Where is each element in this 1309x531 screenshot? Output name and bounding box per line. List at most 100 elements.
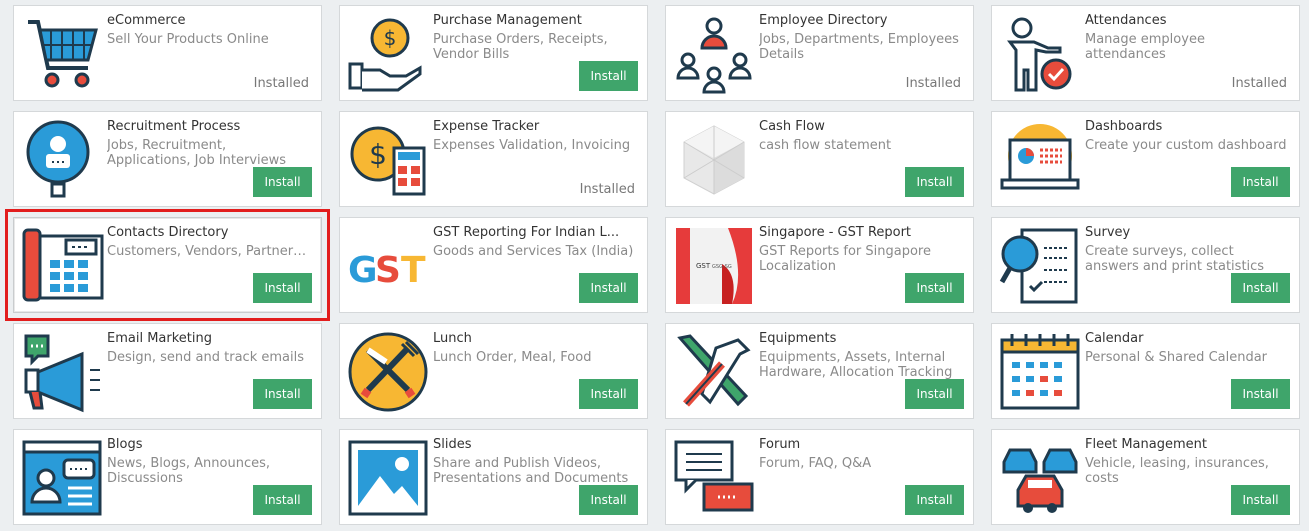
- app-title: Cash Flow: [759, 119, 825, 134]
- app-description: GST Reports for Singapore Localization: [759, 244, 931, 274]
- app-card-email-marketing[interactable]: Email Marketing Design, send and track e…: [13, 323, 322, 419]
- app-card-attendances[interactable]: Attendances Manage employee attendances …: [991, 5, 1300, 101]
- apps-grid: eCommerce Sell Your Products Online Inst…: [0, 0, 1309, 531]
- installed-label: Installed: [253, 76, 309, 91]
- app-title: Forum: [759, 437, 801, 452]
- installed-label: Installed: [1231, 76, 1287, 91]
- singapore-flag-icon: GST GSG-SG: [672, 224, 756, 308]
- app-card-blogs[interactable]: Blogs News, Blogs, Announces, Discussion…: [13, 429, 322, 525]
- megaphone-icon: [20, 330, 104, 414]
- app-description: Expenses Validation, Invoicing: [433, 138, 631, 153]
- shopping-cart-icon: [20, 12, 104, 96]
- app-description: Manage employee attendances: [1085, 32, 1205, 62]
- app-title: Recruitment Process: [107, 119, 241, 134]
- app-card-equipments[interactable]: Equipments Equipments, Assets, Internal …: [665, 323, 974, 419]
- app-description: Forum, FAQ, Q&A: [759, 456, 872, 471]
- app-title: eCommerce: [107, 13, 186, 28]
- app-description: Goods and Services Tax (India): [433, 244, 634, 259]
- app-title: Slides: [433, 437, 472, 452]
- dashboard-laptop-icon: [998, 118, 1082, 202]
- app-description: cash flow statement: [759, 138, 892, 153]
- app-description: Design, send and track emails: [107, 350, 304, 365]
- calendar-icon: [998, 330, 1082, 414]
- install-button[interactable]: Install: [905, 379, 964, 409]
- blog-icon: [20, 436, 104, 520]
- forum-chat-icon: [672, 436, 756, 520]
- recruitment-icon: [20, 118, 104, 202]
- app-card-recruitment-process[interactable]: Recruitment Process Jobs, Recruitment, A…: [13, 111, 322, 207]
- app-title: GST Reporting For Indian L...: [433, 225, 620, 240]
- install-button[interactable]: Install: [253, 273, 312, 303]
- svg-text:G: G: [348, 250, 378, 291]
- app-description: Create your custom dashboard: [1085, 138, 1287, 153]
- app-description: Purchase Orders, Receipts, Vendor Bills: [433, 32, 608, 62]
- app-title: Blogs: [107, 437, 143, 452]
- app-card-singapore-gst-report[interactable]: GST GSG-SG Singapore - GST Report GST Re…: [665, 217, 974, 313]
- app-title: Singapore - GST Report: [759, 225, 912, 240]
- app-card-slides[interactable]: Slides Share and Publish Videos, Present…: [339, 429, 648, 525]
- app-title: Expense Tracker: [433, 119, 540, 134]
- install-button[interactable]: Install: [1231, 485, 1290, 515]
- app-title: Survey: [1085, 225, 1131, 240]
- installed-label: Installed: [905, 76, 961, 91]
- install-button[interactable]: Install: [905, 167, 964, 197]
- app-card-expense-tracker[interactable]: $ Expense Tracker Expenses Validation, I…: [339, 111, 648, 207]
- installed-label: Installed: [579, 182, 635, 197]
- app-card-survey[interactable]: Survey Create surveys, collect answers a…: [991, 217, 1300, 313]
- app-card-dashboards[interactable]: Dashboards Create your custom dashboard …: [991, 111, 1300, 207]
- install-button[interactable]: Install: [579, 379, 638, 409]
- app-card-contacts-directory[interactable]: Contacts Directory Customers, Vendors, P…: [5, 209, 330, 321]
- install-button[interactable]: Install: [579, 273, 638, 303]
- app-description: Lunch Order, Meal, Food: [433, 350, 592, 365]
- app-card-fleet-management[interactable]: Fleet Management Vehicle, leasing, insur…: [991, 429, 1300, 525]
- app-title: Contacts Directory: [107, 225, 229, 240]
- svg-text:T: T: [401, 250, 426, 291]
- svg-text:GST: GST: [696, 262, 711, 270]
- app-description: Share and Publish Videos, Presentations …: [433, 456, 629, 486]
- app-description: News, Blogs, Announces, Discussions: [107, 456, 271, 486]
- app-card-cash-flow[interactable]: Cash Flow cash flow statement Install: [665, 111, 974, 207]
- slides-icon: [346, 436, 430, 520]
- app-title: Employee Directory: [759, 13, 888, 28]
- app-card-ecommerce[interactable]: eCommerce Sell Your Products Online Inst…: [13, 5, 322, 101]
- install-button[interactable]: Install: [1231, 273, 1290, 303]
- app-description: Sell Your Products Online: [107, 32, 269, 47]
- app-description: Customers, Vendors, Partners,...: [107, 244, 311, 259]
- app-card-forum[interactable]: Forum Forum, FAQ, Q&A Install: [665, 429, 974, 525]
- install-button[interactable]: Install: [253, 379, 312, 409]
- app-description: Equipments, Assets, Internal Hardware, A…: [759, 350, 953, 380]
- cars-icon: [998, 436, 1082, 520]
- app-title: Email Marketing: [107, 331, 212, 346]
- cube-icon: [672, 118, 756, 202]
- install-button[interactable]: Install: [905, 273, 964, 303]
- survey-magnifier-icon: [998, 224, 1082, 308]
- gst-logo-icon: G S T: [346, 224, 430, 308]
- app-title: Attendances: [1085, 13, 1167, 28]
- install-button[interactable]: Install: [253, 167, 312, 197]
- tools-icon: [672, 330, 756, 414]
- install-button[interactable]: Install: [579, 61, 638, 91]
- app-title: Calendar: [1085, 331, 1144, 346]
- app-card-employee-directory[interactable]: Employee Directory Jobs, Departments, Em…: [665, 5, 974, 101]
- app-title: Equipments: [759, 331, 837, 346]
- install-button[interactable]: Install: [579, 485, 638, 515]
- install-button[interactable]: Install: [1231, 167, 1290, 197]
- app-card-gst-reporting-india[interactable]: G S T GST Reporting For Indian L... Good…: [339, 217, 648, 313]
- app-description: Jobs, Recruitment, Applications, Job Int…: [107, 138, 287, 168]
- app-description: Personal & Shared Calendar: [1085, 350, 1268, 365]
- app-card-lunch[interactable]: Lunch Lunch Order, Meal, Food Install: [339, 323, 648, 419]
- install-button[interactable]: Install: [905, 485, 964, 515]
- app-description: Create surveys, collect answers and prin…: [1085, 244, 1265, 274]
- fork-knife-icon: [346, 330, 430, 414]
- svg-text:GSG-SG: GSG-SG: [712, 264, 732, 270]
- app-title: Lunch: [433, 331, 472, 346]
- app-description: Jobs, Departments, Employees Details: [759, 32, 959, 62]
- app-title: Dashboards: [1085, 119, 1163, 134]
- svg-text:$: $: [384, 26, 397, 50]
- install-button[interactable]: Install: [1231, 379, 1290, 409]
- app-description: Vehicle, leasing, insurances, costs: [1085, 456, 1269, 486]
- svg-text:S: S: [375, 250, 401, 291]
- app-card-calendar[interactable]: Calendar Personal & Shared Calendar Inst…: [991, 323, 1300, 419]
- install-button[interactable]: Install: [253, 485, 312, 515]
- app-card-purchase-management[interactable]: $ Purchase Management Purchase Orders, R…: [339, 5, 648, 101]
